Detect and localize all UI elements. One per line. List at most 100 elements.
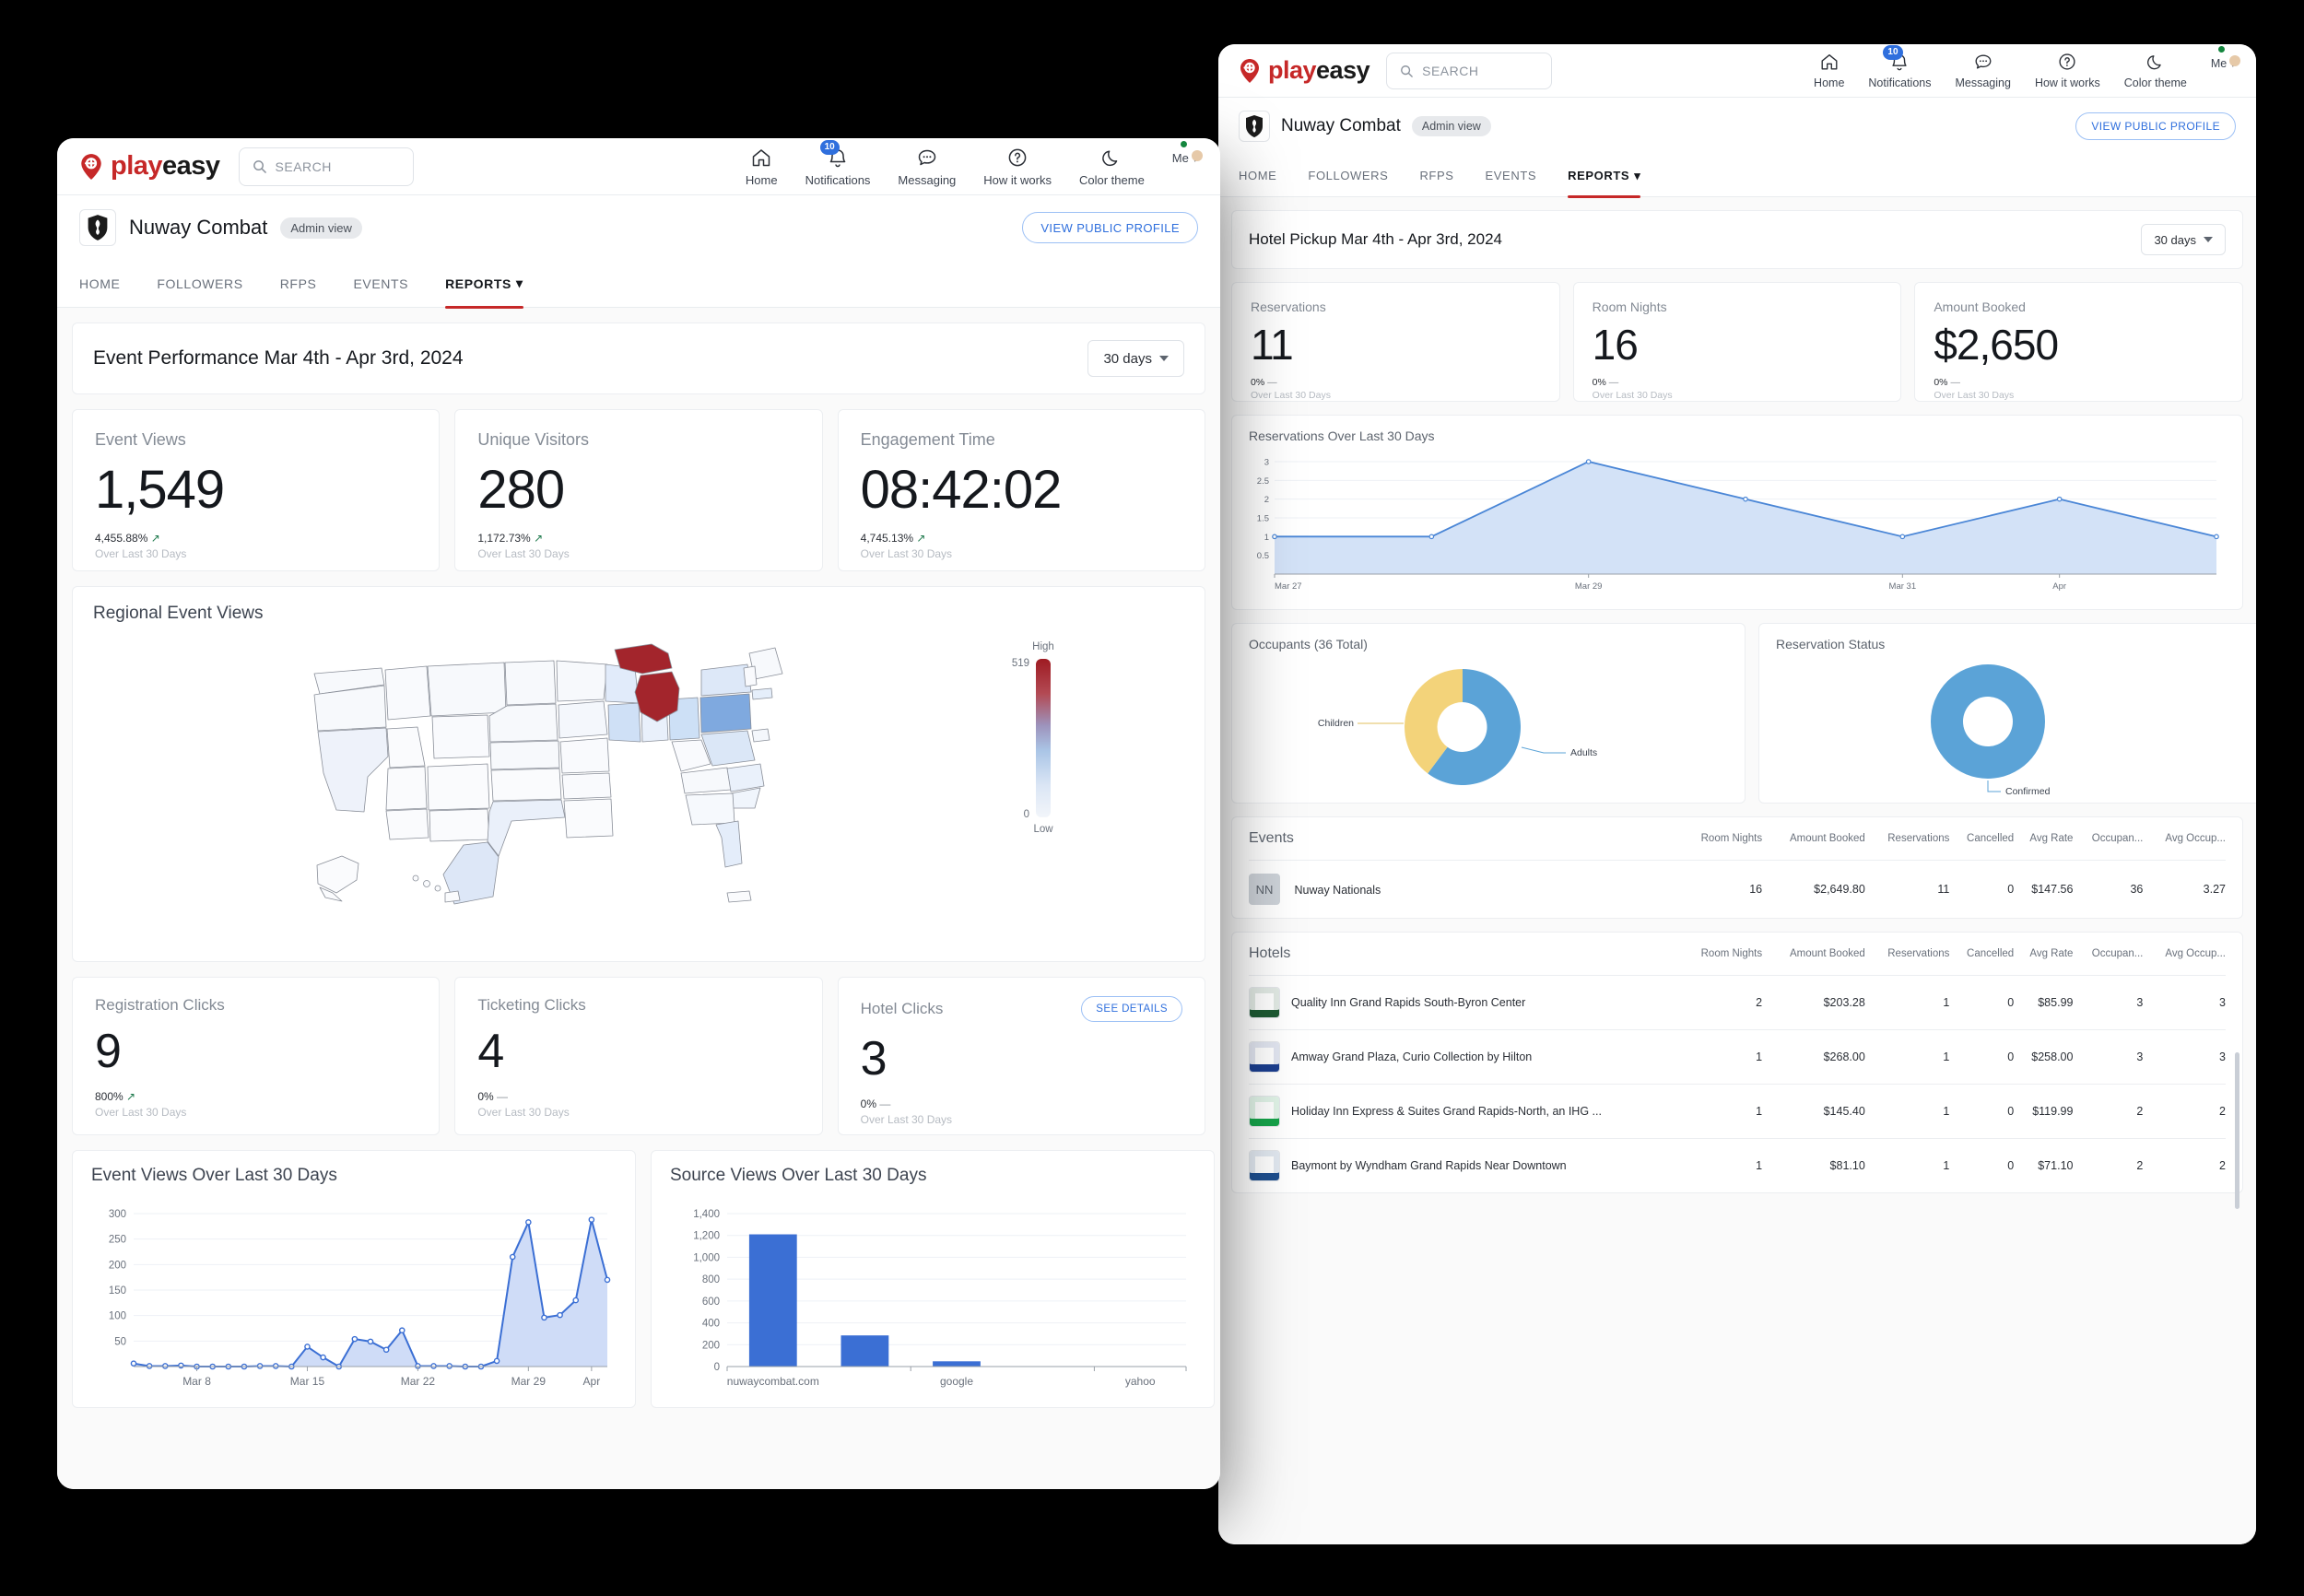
state-hi-3 xyxy=(434,885,441,892)
state-ak xyxy=(316,855,359,894)
nav-home[interactable]: Home xyxy=(1814,52,1844,89)
state-mo xyxy=(559,737,610,774)
nav-me[interactable]: Me ▾ xyxy=(1172,139,1198,166)
tab-home[interactable]: HOME xyxy=(79,260,120,308)
events-table: Events Room Nights Amount Booked Reserva… xyxy=(1249,817,2226,918)
cell-occupants: 3 xyxy=(2136,1050,2144,1063)
table-row[interactable]: Holiday Inn Express & Suites Grand Rapid… xyxy=(1249,1084,2226,1139)
browser-window-event-performance: playeasy SEARCH Home 10 Notifications Me… xyxy=(57,138,1220,1489)
view-public-profile-button[interactable]: VIEW PUBLIC PROFILE xyxy=(1022,212,1198,243)
state-id xyxy=(384,665,431,721)
table-row[interactable]: NN Nuway Nationals 16 $2,649.80 11 0 $14… xyxy=(1249,860,2226,919)
search-placeholder: SEARCH xyxy=(275,158,332,174)
svg-text:Mar 22: Mar 22 xyxy=(401,1375,436,1388)
hotel-name: Quality Inn Grand Rapids South-Byron Cen… xyxy=(1291,996,1526,1009)
org-logo xyxy=(79,209,116,246)
state-fl xyxy=(715,820,743,868)
nav-messaging[interactable]: Messaging xyxy=(1955,52,2011,89)
cell-avg-occupancy: 3 xyxy=(2219,1050,2226,1063)
kpi-value: 11 xyxy=(1251,321,1294,369)
report-header-front: Event Performance Mar 4th - Apr 3rd, 202… xyxy=(72,323,1205,394)
state-la xyxy=(563,798,614,839)
state-nh-vt xyxy=(743,665,758,687)
section-tabs-front: HOME FOLLOWERS RFPS EVENTS REPORTS ▾ xyxy=(57,260,1220,309)
hotels-table: Hotels Room Nights Amount Booked Reserva… xyxy=(1249,933,2226,1192)
svg-text:1.5: 1.5 xyxy=(1257,514,1269,524)
report-title-front: Event Performance Mar 4th - Apr 3rd, 202… xyxy=(93,347,464,369)
nav-notifications[interactable]: 10 Notifications xyxy=(805,139,870,187)
bar xyxy=(840,1335,889,1367)
state-nd xyxy=(504,660,557,706)
nav-messaging-label: Messaging xyxy=(1955,76,2011,89)
nav-me[interactable]: Me ▾ xyxy=(2211,45,2236,70)
svg-text:yahoo: yahoo xyxy=(1125,1375,1156,1388)
search-input[interactable]: SEARCH xyxy=(238,147,414,186)
nav-notifications[interactable]: 10 Notifications xyxy=(1868,45,1932,89)
table-row[interactable]: Amway Grand Plaza, Curio Collection by H… xyxy=(1249,1029,2226,1085)
page-body-back: Hotel Pickup Mar 4th - Apr 3rd, 2024 30 … xyxy=(1218,197,2256,1544)
event-views-area-chart: 50 100 150 200 250 300 Mar 8 Mar 15 Mar 22 Mar 2… xyxy=(109,1209,611,1388)
chart-title-occupants: Occupants (36 Total) xyxy=(1249,637,1368,651)
cell-amount-booked: $81.10 xyxy=(1829,1159,1865,1172)
playeasy-logo[interactable]: playeasy xyxy=(1239,56,1370,85)
table-scrollbar[interactable] xyxy=(2235,1052,2239,1209)
tab-followers[interactable]: FOLLOWERS xyxy=(1308,155,1388,197)
tab-reports[interactable]: REPORTS ▾ xyxy=(445,260,523,309)
hotel-name: Amway Grand Plaza, Curio Collection by H… xyxy=(1291,1050,1533,1063)
cell-avg-occupancy: 2 xyxy=(2219,1105,2226,1118)
svg-text:Mar 31: Mar 31 xyxy=(1889,581,1917,592)
kpi-card-unique-visitors: Unique Visitors 280 1,172.73% ↗ Over Las… xyxy=(454,409,823,571)
nav-color-theme[interactable]: Color theme xyxy=(1079,147,1145,187)
nav-how-it-works[interactable]: How it works xyxy=(2035,52,2100,89)
search-input[interactable]: SEARCH xyxy=(1386,52,1553,89)
tab-events[interactable]: EVENTS xyxy=(353,260,408,308)
nav-home[interactable]: Home xyxy=(746,147,778,187)
nav-notifications-label: Notifications xyxy=(1868,76,1932,89)
tab-rfps[interactable]: RFPS xyxy=(280,260,317,308)
kpi-value: $2,650 xyxy=(1934,321,2059,369)
view-public-profile-button[interactable]: VIEW PUBLIC PROFILE xyxy=(2075,112,2236,140)
svg-text:2.5: 2.5 xyxy=(1257,476,1269,487)
cell-reservations: 1 xyxy=(1943,1050,1950,1063)
date-range-select-front[interactable]: 30 days xyxy=(1087,340,1184,377)
kpi-label: Event Views xyxy=(95,430,186,449)
table-row[interactable]: Quality Inn Grand Rapids South-Byron Cen… xyxy=(1249,975,2226,1030)
playeasy-logo[interactable]: playeasy xyxy=(79,151,220,182)
nav-how-it-works[interactable]: How it works xyxy=(983,147,1052,187)
map-card-regional-event-views: Regional Event Views High Low 519 0 xyxy=(72,586,1205,962)
cell-avg-occupancy: 3.27 xyxy=(2203,883,2226,896)
territory-pr xyxy=(726,890,752,903)
kpi-value: 08:42:02 xyxy=(860,460,1063,520)
tab-followers[interactable]: FOLLOWERS xyxy=(157,260,242,308)
tab-events[interactable]: EVENTS xyxy=(1486,155,1537,197)
svg-text:google: google xyxy=(940,1375,973,1388)
svg-text:100: 100 xyxy=(109,1311,126,1322)
col-avg-occupancy: Avg Occup... xyxy=(2165,948,2226,959)
cell-reservations: 1 xyxy=(1943,1159,1950,1172)
kpi-card-hotel-clicks: Hotel Clicks SEE DETAILS 3 0% — Over Las… xyxy=(837,977,1205,1135)
see-details-button[interactable]: SEE DETAILS xyxy=(1081,996,1182,1022)
nav-messaging-label: Messaging xyxy=(898,172,957,187)
tab-rfps[interactable]: RFPS xyxy=(1419,155,1453,197)
chart-title-source-views: Source Views Over Last 30 Days xyxy=(670,1166,927,1185)
tab-home[interactable]: HOME xyxy=(1239,155,1276,197)
svg-text:Mar 27: Mar 27 xyxy=(1275,581,1302,592)
svg-text:600: 600 xyxy=(702,1297,720,1308)
kpi-label: Ticketing Clicks xyxy=(477,996,586,1014)
chart-card-occupants: Occupants (36 Total) Children Adults xyxy=(1231,623,1746,804)
top-nav-front: playeasy SEARCH Home 10 Notifications Me… xyxy=(57,138,1220,195)
org-logo xyxy=(1239,111,1270,142)
kpi-delta: 4,745.13% ↗ xyxy=(860,532,926,545)
bottom-charts-row: Event Views Over Last 30 Days 50 100 150 20… xyxy=(72,1150,1215,1408)
event-name-cell: NN Nuway Nationals xyxy=(1249,861,1678,919)
date-range-select-back[interactable]: 30 days xyxy=(2141,224,2226,255)
kpi-card-event-views: Event Views 1,549 4,455.88% ↗ Over Last … xyxy=(72,409,441,571)
nav-messaging[interactable]: Messaging xyxy=(898,147,956,187)
table-row[interactable]: Baymont by Wyndham Grand Rapids Near Dow… xyxy=(1249,1138,2226,1193)
tab-reports[interactable]: REPORTS ▾ xyxy=(1568,155,1641,198)
nav-color-theme[interactable]: Color theme xyxy=(2124,52,2187,89)
state-ks xyxy=(490,768,562,802)
svg-text:Confirmed: Confirmed xyxy=(2005,786,2051,797)
kpi-delta: 4,455.88% ↗ xyxy=(95,532,160,545)
svg-text:nuwaycombat.com: nuwaycombat.com xyxy=(727,1375,819,1388)
